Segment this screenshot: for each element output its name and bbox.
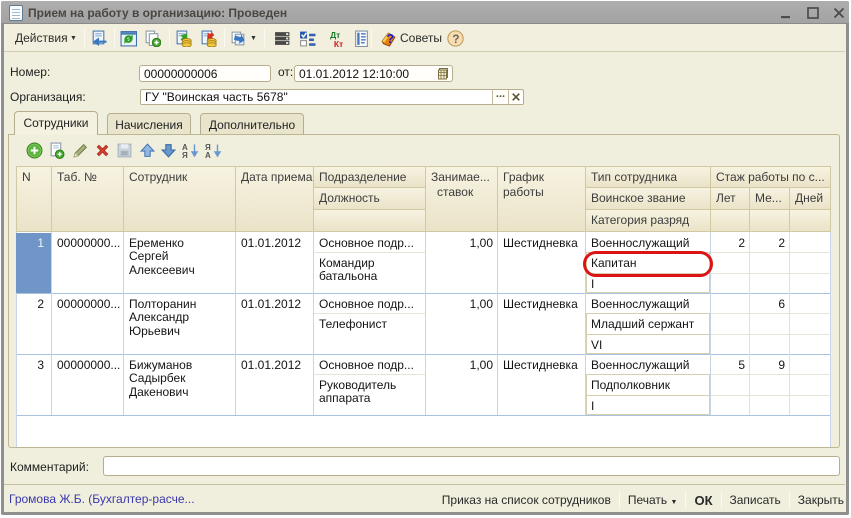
svg-text:Я: Я bbox=[182, 151, 188, 159]
svg-text:?: ? bbox=[452, 33, 459, 46]
svg-text:?: ? bbox=[386, 31, 394, 46]
svg-text:А: А bbox=[205, 151, 211, 159]
svg-text:Кт: Кт bbox=[334, 39, 343, 47]
